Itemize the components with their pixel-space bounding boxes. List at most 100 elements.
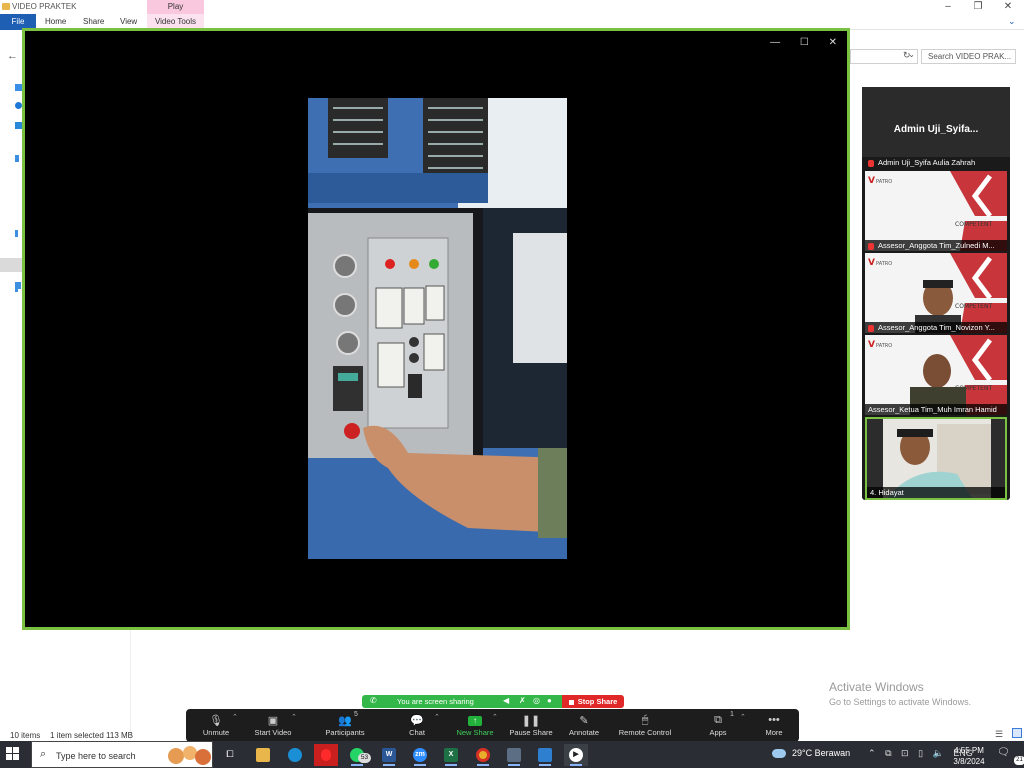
participant-tile[interactable]: V PATRO COMPETENT Assesor_Ketua Tim_Muh … xyxy=(865,335,1007,415)
edge-icon[interactable] xyxy=(283,744,307,766)
tab-share[interactable]: Share xyxy=(83,17,104,26)
participant-video: V PATRO COMPETENT xyxy=(865,335,1007,415)
video-icon[interactable]: ◎ xyxy=(533,696,540,705)
explorer-title: VIDEO PRAKTEK xyxy=(12,2,77,11)
participant-name: Assesor_Ketua Tim_Muh Imran Hamid xyxy=(868,405,997,414)
participant-name-row: Assesor_Anggota Tim_Novizon Y... xyxy=(865,322,1007,333)
start-video-button[interactable]: ▣ Start Video ⌃ xyxy=(250,709,297,742)
participants-button[interactable]: 👥 Participants 5 xyxy=(320,709,370,742)
tab-home[interactable]: Home xyxy=(45,17,66,26)
maximize-icon[interactable]: ❐ xyxy=(966,0,990,14)
search-placeholder: Type here to search xyxy=(56,751,136,761)
close-icon[interactable]: ✕ xyxy=(996,0,1020,14)
svg-text:COMPETENT: COMPETENT xyxy=(955,303,992,310)
shared-video-window[interactable]: — ☐ ✕ xyxy=(22,28,850,630)
chevron-up-icon[interactable]: ⌃ xyxy=(232,713,238,721)
refresh-icon[interactable]: ↻ xyxy=(903,50,911,61)
search-input[interactable]: Search VIDEO PRAK... xyxy=(921,49,1016,64)
mic-muted-icon: 🎙 xyxy=(209,715,223,727)
screen-tool-icon[interactable] xyxy=(502,744,526,766)
quick-access-icon[interactable] xyxy=(15,84,22,91)
file-explorer-icon[interactable] xyxy=(251,744,275,766)
new-share-button[interactable]: ↑ New Share ⌃ xyxy=(452,709,498,742)
more-icon: ••• xyxy=(768,714,780,726)
participant-name: 4. Hidayat xyxy=(870,488,904,497)
meeting-toolbar: 🎙 Unmute ⌃ ▣ Start Video ⌃ 👥 Participant… xyxy=(186,709,799,742)
apps-label: Apps xyxy=(709,728,727,737)
network-icon[interactable]: ⊡ xyxy=(901,748,909,758)
close-icon[interactable]: ✕ xyxy=(829,37,837,48)
unmute-button[interactable]: 🎙 Unmute ⌃ xyxy=(196,709,238,742)
participant-tile-active-speaker[interactable]: 4. Hidayat xyxy=(865,417,1007,500)
battery-icon[interactable]: ▯ xyxy=(918,748,923,758)
onedrive-icon[interactable] xyxy=(15,102,22,109)
screen-sharing-bar[interactable]: ✆ You are screen sharing ◀ ✗ ◎ ● xyxy=(362,695,562,708)
notification-center-icon[interactable]: 🗨 xyxy=(997,747,1010,758)
more-button[interactable]: ••• More xyxy=(758,709,790,742)
pause-icon: ❚❚ xyxy=(521,715,541,727)
ribbon-expand-icon[interactable]: ⌄ xyxy=(1008,16,1016,27)
chrome-icon[interactable] xyxy=(471,744,495,766)
drive-icon[interactable] xyxy=(15,230,18,237)
opera-icon[interactable] xyxy=(314,744,338,766)
clock-time: 4:55 PM xyxy=(954,746,984,755)
large-icons-view-icon[interactable] xyxy=(1012,728,1022,738)
pause-share-button[interactable]: ❚❚ Pause Share xyxy=(508,709,554,742)
participant-tile[interactable]: V PATRO COMPETENT Assesor_Anggota Tim_Zu… xyxy=(865,171,1007,251)
participant-name-row: Assesor_Anggota Tim_Zulnedi M... xyxy=(865,240,1007,251)
excel-icon[interactable]: X xyxy=(439,744,463,766)
stop-share-label: Stop Share xyxy=(577,697,618,706)
details-view-icon[interactable]: ☰ xyxy=(995,729,1003,740)
tab-play[interactable]: Play xyxy=(147,0,204,14)
mic-muted-icon[interactable]: ✗ xyxy=(519,696,526,705)
chevron-up-icon[interactable]: ⌃ xyxy=(434,713,440,721)
mic-muted-icon xyxy=(868,242,874,250)
annotate-button[interactable]: ✎ Annotate xyxy=(564,709,604,742)
meet-now-icon[interactable]: ⧉ xyxy=(885,748,891,758)
watermark-title: Activate Windows xyxy=(829,680,924,694)
word-icon[interactable]: W xyxy=(377,744,401,766)
status-item-count: 10 items xyxy=(10,731,41,740)
participant-video: V PATRO COMPETENT xyxy=(865,253,1007,333)
participant-tile[interactable]: V PATRO COMPETENT Assesor_Anggota Tim_No… xyxy=(865,253,1007,333)
participant-name: Assesor_Anggota Tim_Zulnedi M... xyxy=(878,241,995,250)
sharing-status: You are screen sharing xyxy=(397,697,474,706)
shield-icon[interactable]: ● xyxy=(547,696,552,705)
maximize-icon[interactable]: ☐ xyxy=(800,37,809,48)
volume-icon[interactable]: 🔈 xyxy=(933,748,944,758)
video-frame[interactable] xyxy=(308,98,567,559)
taskbar-clock[interactable]: 4:55 PM 3/8/2024 xyxy=(950,745,988,767)
more-label: More xyxy=(765,728,783,737)
chat-label: Chat xyxy=(409,728,425,737)
folder-icon xyxy=(2,3,10,10)
chevron-up-icon[interactable]: ⌃ xyxy=(291,713,297,721)
task-view-icon[interactable]: ⧠ xyxy=(218,744,242,766)
remote-control-button[interactable]: 🖱 Remote Control xyxy=(616,709,674,742)
photos-icon[interactable] xyxy=(533,744,557,766)
mic-muted-icon xyxy=(868,159,874,167)
chevron-up-icon[interactable]: ⌃ xyxy=(868,748,876,758)
desktop-icon[interactable] xyxy=(15,155,19,162)
nav-selected-item[interactable] xyxy=(0,258,24,272)
host-tile[interactable] xyxy=(862,87,1010,157)
svg-text:COMPETENT: COMPETENT xyxy=(955,221,992,228)
this-pc-icon[interactable] xyxy=(15,122,22,129)
stop-share-button[interactable]: Stop Share xyxy=(562,695,624,708)
minimize-icon[interactable]: — xyxy=(770,37,780,48)
minimize-icon[interactable]: – xyxy=(936,0,960,14)
network-icon[interactable] xyxy=(15,282,21,289)
chat-button[interactable]: 💬 Chat ⌃ xyxy=(400,709,440,742)
weather-widget[interactable]: 29°C Berawan xyxy=(772,748,850,759)
search-icon: ⌕ xyxy=(40,748,47,760)
chevron-up-icon[interactable]: ⌃ xyxy=(492,713,498,721)
media-player-icon[interactable]: ▶ xyxy=(564,744,588,766)
taskbar-search-input[interactable]: ⌕ Type here to search xyxy=(31,741,213,768)
chevron-up-icon[interactable]: ⌃ xyxy=(740,713,746,721)
zoom-icon[interactable]: zm xyxy=(408,744,432,766)
new-share-label: New Share xyxy=(456,728,494,737)
speaker-icon[interactable]: ◀ xyxy=(503,696,509,705)
apps-count: 1 xyxy=(730,711,734,718)
tab-view[interactable]: View xyxy=(120,17,137,26)
windows-start-icon[interactable] xyxy=(6,747,20,761)
apps-button[interactable]: ⧉ Apps 1 ⌃ xyxy=(702,709,745,742)
